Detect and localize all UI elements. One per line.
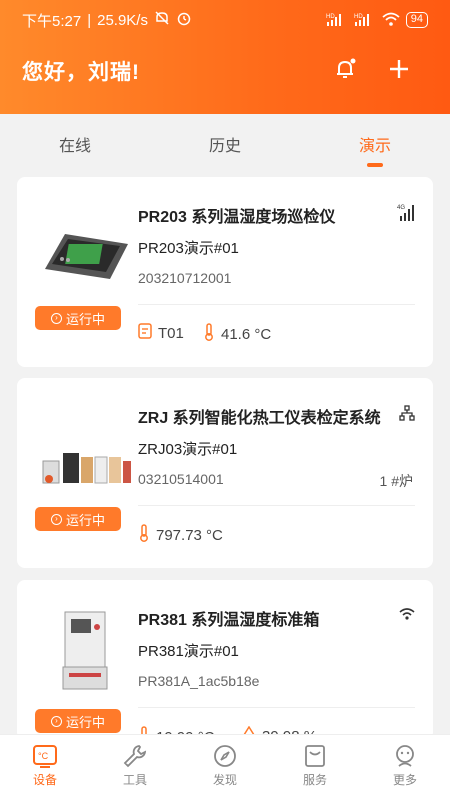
app-header: 下午5:27 | 25.9K/s HD HD 94 您好，刘瑞! bbox=[0, 0, 450, 114]
tab-bar: 在线 历史 演示 bbox=[0, 114, 450, 174]
device-card[interactable]: › 运行中 PR381 系列温湿度标准箱 PR381演示#01 PR381A_1a… bbox=[17, 580, 433, 740]
metric-temperature: 41.6 °C bbox=[203, 323, 271, 345]
bottom-nav: °C 设备 工具 发现 服务 更多 bbox=[0, 734, 450, 800]
device-name: PR203演示#01 bbox=[138, 240, 239, 257]
svg-text:4G: 4G bbox=[397, 205, 405, 211]
device-serial: PR381A_1ac5b18e bbox=[138, 673, 260, 689]
device-image-pr203 bbox=[33, 199, 137, 299]
alarm-icon bbox=[176, 10, 192, 30]
device-image-zrj bbox=[33, 414, 137, 514]
device-serial: 03210514001 bbox=[138, 471, 224, 487]
wifi-icon bbox=[382, 12, 400, 29]
arrow-circle-icon: › bbox=[50, 513, 62, 525]
greeting-text: 您好，刘瑞! bbox=[22, 61, 140, 84]
metric-channel: T01 bbox=[138, 323, 184, 343]
mute-icon bbox=[154, 10, 170, 30]
status-bar: 下午5:27 | 25.9K/s HD HD 94 bbox=[0, 0, 450, 40]
arrow-circle-icon: › bbox=[50, 312, 62, 324]
device-image-pr381 bbox=[33, 602, 137, 702]
divider bbox=[138, 505, 415, 506]
4g-signal-icon: 4G bbox=[397, 203, 415, 226]
status-badge: › 运行中 bbox=[35, 709, 121, 733]
tab-online[interactable]: 在线 bbox=[59, 132, 91, 156]
network-icon bbox=[399, 405, 415, 426]
device-title: ZRJ 系列智能化热工仪表检定系统 bbox=[138, 410, 381, 427]
probe-icon bbox=[138, 323, 152, 343]
device-name: ZRJ03演示#01 bbox=[138, 441, 238, 458]
tab-history[interactable]: 历史 bbox=[209, 132, 241, 156]
arrow-circle-icon: › bbox=[50, 715, 62, 727]
svg-text:°C: °C bbox=[38, 751, 49, 761]
svg-text:HD: HD bbox=[326, 14, 335, 20]
compass-icon bbox=[180, 741, 270, 771]
tab-indicator bbox=[367, 163, 383, 167]
device-name: PR381演示#01 bbox=[138, 643, 239, 660]
network-speed: 25.9K/s bbox=[97, 11, 148, 29]
nav-discover[interactable]: 发现 bbox=[180, 741, 270, 788]
device-card[interactable]: › 运行中 ZRJ 系列智能化热工仪表检定系统 ZRJ03演示#01 032105… bbox=[17, 378, 433, 568]
nav-more[interactable]: 更多 bbox=[360, 741, 450, 788]
wrench-icon bbox=[90, 741, 180, 771]
device-title: PR381 系列温湿度标准箱 bbox=[138, 612, 320, 629]
status-badge: › 运行中 bbox=[35, 306, 121, 330]
device-icon: °C bbox=[0, 741, 90, 771]
tab-demo[interactable]: 演示 bbox=[359, 132, 391, 156]
device-card[interactable]: › 运行中 PR203 系列温湿度场巡检仪 4G PR203演示#01 20321… bbox=[17, 177, 433, 367]
metric-temperature: 797.73 °C bbox=[138, 524, 223, 546]
hd-signal-icon-2: HD bbox=[354, 12, 376, 29]
service-icon bbox=[270, 741, 360, 771]
nav-device[interactable]: °C 设备 bbox=[0, 741, 90, 788]
furnace-label: 1 #炉 bbox=[379, 473, 413, 489]
thermometer-icon bbox=[203, 323, 215, 345]
add-icon[interactable] bbox=[384, 54, 414, 84]
svg-text:HD: HD bbox=[354, 14, 363, 20]
status-time: 下午5:27 bbox=[22, 12, 82, 30]
hd-signal-icon: HD bbox=[326, 12, 348, 29]
divider bbox=[138, 707, 415, 708]
device-serial: 203210712001 bbox=[138, 270, 232, 286]
device-title: PR203 系列温湿度场巡检仪 bbox=[138, 209, 336, 226]
nav-tools[interactable]: 工具 bbox=[90, 741, 180, 788]
nav-service[interactable]: 服务 bbox=[270, 741, 360, 788]
battery-indicator: 94 bbox=[405, 12, 428, 28]
more-icon bbox=[360, 741, 450, 771]
thermometer-icon bbox=[138, 524, 150, 546]
divider bbox=[138, 304, 415, 305]
wifi-icon bbox=[399, 607, 415, 626]
notification-bell-icon[interactable] bbox=[330, 54, 360, 84]
status-badge: › 运行中 bbox=[35, 507, 121, 531]
